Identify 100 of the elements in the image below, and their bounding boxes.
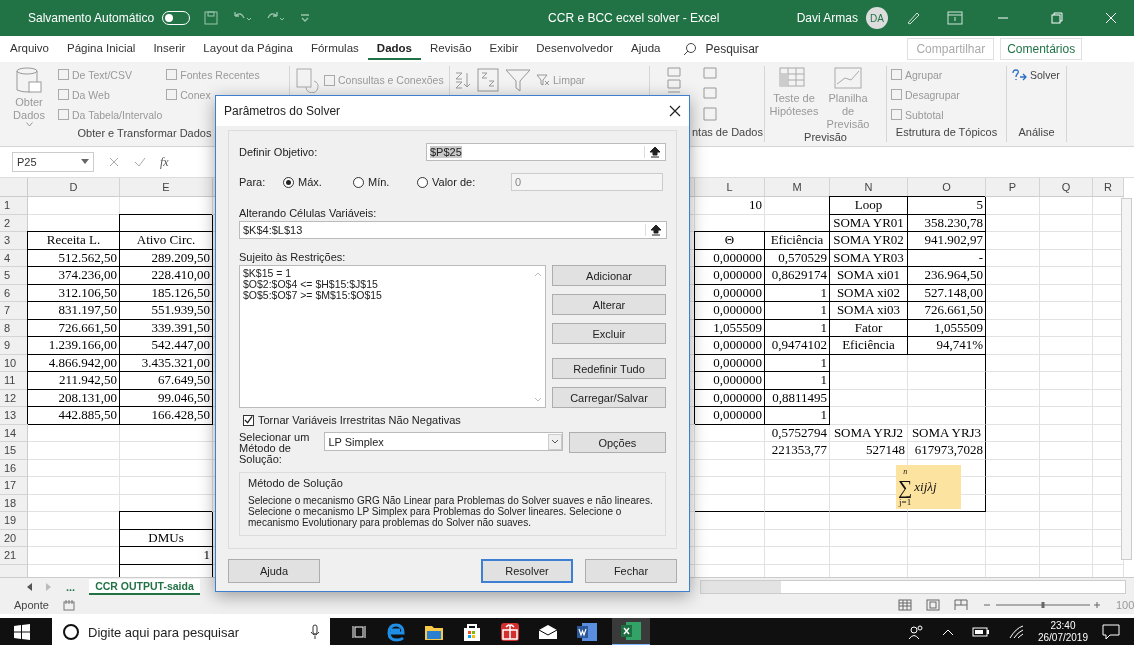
page-layout-icon[interactable] [926, 599, 940, 611]
gift-icon[interactable] [500, 622, 520, 642]
solver-icon [1011, 68, 1027, 81]
constraint-item[interactable]: $O$5:$O$7 >= $M$15:$O$15 [243, 290, 542, 301]
zoom-slider[interactable] [982, 600, 1102, 610]
column-header[interactable]: Q [1040, 178, 1093, 197]
browser-icon[interactable] [386, 622, 406, 642]
clock-date[interactable]: 26/07/2019 [1037, 632, 1088, 644]
envelope-icon[interactable] [538, 624, 558, 640]
nonnegative-checkbox[interactable]: Tornar Variáveis Irrestritas Não Negativas [243, 412, 666, 428]
ribbon-tab[interactable]: Revisão [421, 38, 481, 60]
sort-icon[interactable] [454, 70, 472, 90]
target-radio[interactable]: Valor de: [417, 176, 483, 188]
caret-up-icon[interactable] [941, 628, 954, 636]
pen-icon[interactable] [905, 10, 921, 26]
wifi-icon[interactable] [1007, 625, 1024, 639]
table-cell: 5 [908, 197, 986, 215]
ribbon-tab[interactable]: Arquivo [10, 38, 58, 60]
shopping-bag-icon[interactable] [462, 622, 482, 642]
row-header[interactable]: 11 [0, 372, 28, 390]
constraints-list[interactable]: $K$15 = 1 $O$2:$O$4 <= $H$15:$J$15 $O$5:$O$7 >= $M$15:$O$15 [239, 265, 546, 408]
folder-icon[interactable] [424, 623, 444, 641]
method-dropdown[interactable]: LP Simplex [324, 432, 563, 451]
insert-function-button[interactable]: fx [160, 154, 169, 170]
row-header[interactable]: 3 [0, 232, 28, 250]
target-radio[interactable]: Mín. [353, 176, 417, 188]
row-header[interactable]: 7 [0, 302, 28, 320]
page-break-icon[interactable] [954, 599, 968, 611]
ribbon-display-icon[interactable] [947, 11, 963, 25]
dialog-button[interactable]: Resolver [481, 559, 573, 583]
autosave-label: Salvamento Automático [28, 11, 155, 25]
dialog-button[interactable]: Redefinir Tudo [552, 358, 666, 379]
taskbar-search-field[interactable]: Digite aqui para pesquisar [52, 618, 330, 645]
dialog-button[interactable]: Ajuda [228, 559, 320, 583]
dialog-button[interactable]: Carregar/Salvar [552, 387, 666, 408]
sheet-tab[interactable]: ... [62, 580, 80, 594]
sort-dialog-icon[interactable] [476, 67, 500, 93]
windows-logo-icon[interactable] [14, 624, 30, 640]
scroll-left-icon[interactable] [26, 583, 34, 591]
column-header[interactable]: L [695, 178, 765, 197]
close-icon[interactable] [669, 105, 681, 117]
restore-icon[interactable] [1051, 12, 1063, 24]
column-header[interactable]: M [765, 178, 830, 197]
row-header[interactable]: 1 [0, 197, 28, 215]
ribbon-tab[interactable]: Desenvolvedor [527, 38, 623, 60]
normal-view-icon[interactable] [898, 599, 912, 611]
customize-icon[interactable] [300, 12, 311, 24]
ribbon-tab[interactable]: Layout da Página [194, 38, 302, 60]
notification-icon[interactable] [1102, 624, 1120, 640]
ribbon-tab[interactable]: Ajuda [622, 38, 670, 60]
dialog-button[interactable]: Fechar [585, 559, 677, 583]
macro-record-icon[interactable] [62, 599, 75, 611]
spreadsheet-app-button[interactable] [612, 618, 650, 645]
ribbon-tab[interactable]: Página Inicial [58, 38, 145, 60]
changing-cells-field[interactable]: $K$4:$L$13 [239, 221, 667, 239]
save-icon[interactable] [204, 11, 219, 25]
column-header[interactable]: P [986, 178, 1040, 197]
column-header[interactable]: D [28, 178, 120, 197]
column-header[interactable]: R [1093, 178, 1124, 197]
battery-icon[interactable] [971, 626, 990, 638]
document-app-icon[interactable] [576, 622, 598, 642]
row-header[interactable]: 9 [0, 337, 28, 355]
constraint-item[interactable]: $O$2:$O$4 <= $H$15:$J$15 [243, 279, 542, 290]
table-cell: 312.106,50 [28, 284, 120, 302]
table-cell: Θ [695, 232, 765, 250]
cancel-icon[interactable] [108, 156, 120, 168]
dialog-button[interactable]: Excluir [552, 323, 666, 344]
ribbon-tab[interactable]: Exibir [480, 38, 528, 60]
vertical-scrollbar[interactable] [1121, 198, 1132, 560]
check-icon[interactable] [134, 156, 146, 168]
objective-field[interactable]: $P$25 [426, 143, 666, 161]
table-cell: 726.661,50 [28, 319, 120, 337]
clock-time[interactable]: 23:40 [1050, 620, 1076, 632]
constraint-item[interactable]: $K$15 = 1 [243, 268, 542, 279]
ribbon-tab[interactable]: Inserir [144, 38, 195, 60]
dialog-button[interactable]: Alterar [552, 294, 666, 315]
scroll-right-icon[interactable] [44, 583, 52, 591]
refresh-icon[interactable] [294, 67, 320, 93]
row-header[interactable]: 15 [0, 442, 28, 460]
name-box[interactable]: P25 [12, 152, 94, 172]
options-button[interactable]: Opções [568, 432, 666, 453]
row-header[interactable]: 5 [0, 267, 28, 285]
sheet-tab[interactable]: CCR OUTPUT-saida [89, 579, 200, 595]
people-icon[interactable] [907, 624, 924, 640]
row-header[interactable]: 21 [0, 547, 28, 565]
target-radio[interactable]: Máx. [283, 176, 353, 188]
ribbon-tab[interactable]: Dados [367, 38, 421, 60]
row-header[interactable]: 13 [0, 407, 28, 425]
dialog-button[interactable]: Adicionar [552, 265, 666, 286]
column-header[interactable]: E [120, 178, 213, 197]
microphone-icon[interactable] [310, 624, 320, 640]
filter-icon[interactable] [504, 67, 532, 93]
user-avatar[interactable]: DA [866, 7, 888, 29]
ribbon-tab[interactable]: Fórmulas [301, 38, 368, 60]
task-view-icon[interactable] [352, 624, 368, 640]
comments-button[interactable]: Comentários [1000, 38, 1083, 60]
row-header[interactable]: 19 [0, 512, 28, 530]
row-header[interactable]: 17 [0, 477, 28, 495]
horizontal-scrollbar[interactable] [699, 580, 1126, 594]
solver-button[interactable]: Solver [1011, 66, 1060, 83]
